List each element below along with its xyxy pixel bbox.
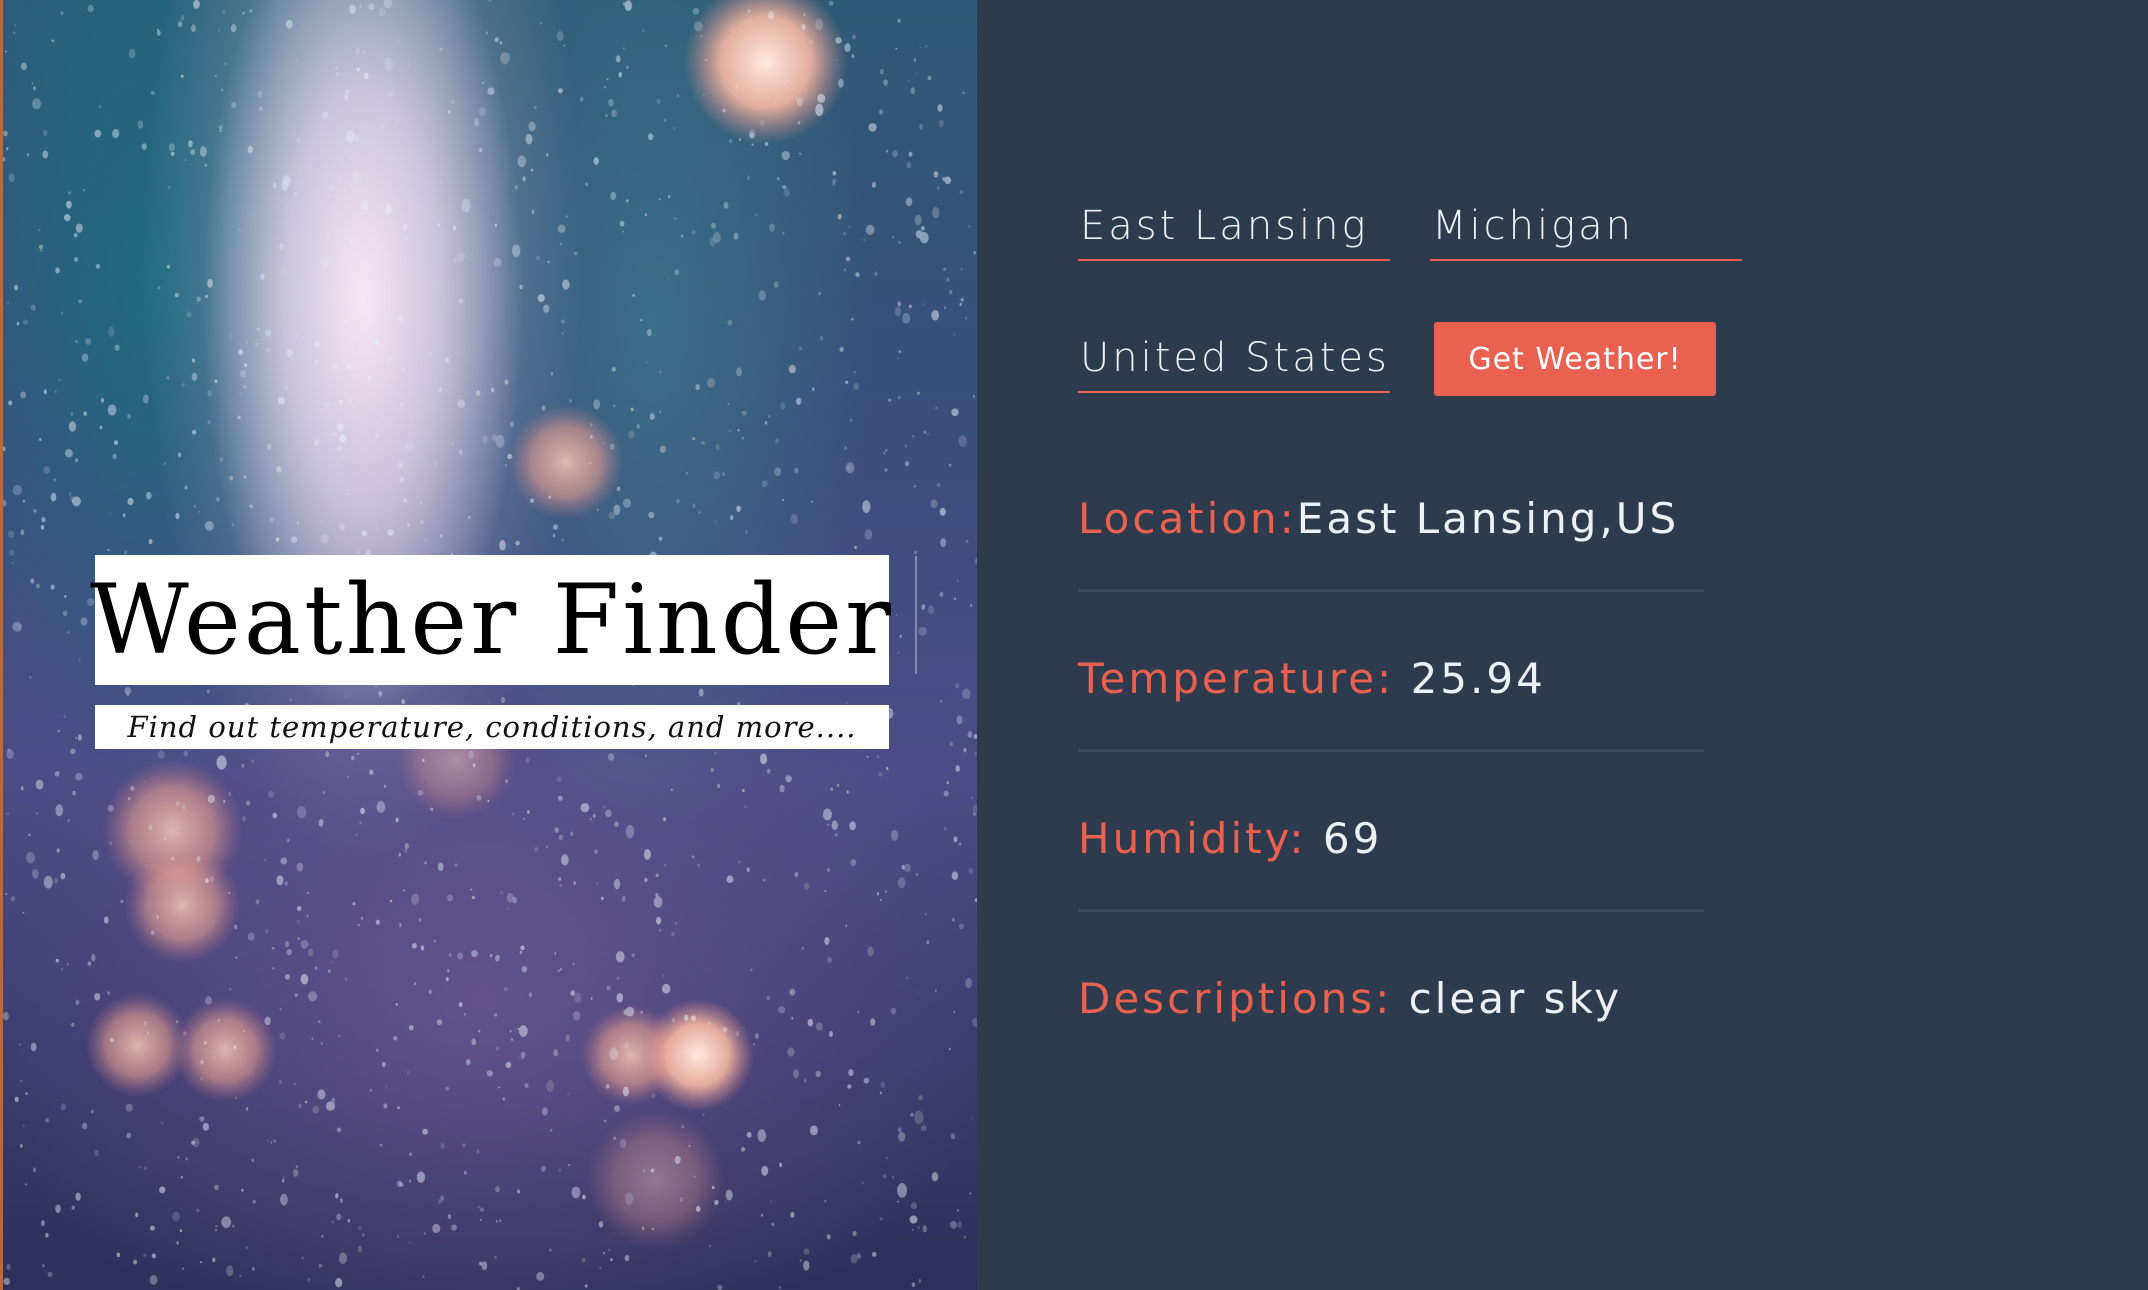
subtitle-banner: Find out temperature, conditions, and mo…: [95, 705, 889, 749]
temperature-row: Temperature: 25.94: [1078, 654, 1704, 703]
title-banner: Weather Finder: [90, 555, 891, 685]
temperature-value: 25.94: [1410, 654, 1546, 703]
divider-line: [915, 556, 917, 674]
humidity-value: 69: [1322, 814, 1383, 863]
get-weather-button[interactable]: Get Weather!: [1434, 322, 1716, 396]
state-field: [1430, 195, 1742, 261]
country-field: [1078, 327, 1390, 393]
humidity-label: Humidity:: [1078, 814, 1307, 863]
app-title: Weather Finder: [90, 564, 894, 676]
country-input[interactable]: [1078, 335, 1390, 381]
app-subtitle: Find out temperature, conditions, and mo…: [127, 710, 857, 744]
state-input[interactable]: [1430, 203, 1742, 249]
city-input[interactable]: [1078, 203, 1390, 249]
description-row: Descriptions: clear sky: [1078, 974, 1704, 1023]
description-value: clear sky: [1408, 974, 1623, 1023]
hero-image-panel: Weather Finder Find out temperature, con…: [0, 0, 977, 1290]
city-field: [1078, 195, 1390, 261]
humidity-row: Humidity: 69: [1078, 814, 1704, 863]
result-divider: [1078, 589, 1704, 592]
description-label: Descriptions:: [1078, 974, 1393, 1023]
location-row: Location:East Lansing,US: [1078, 494, 1704, 543]
location-value: East Lansing,US: [1296, 494, 1680, 543]
result-divider: [1078, 749, 1704, 752]
result-divider: [1078, 909, 1704, 912]
temperature-label: Temperature:: [1078, 654, 1395, 703]
location-label: Location:: [1078, 494, 1297, 543]
